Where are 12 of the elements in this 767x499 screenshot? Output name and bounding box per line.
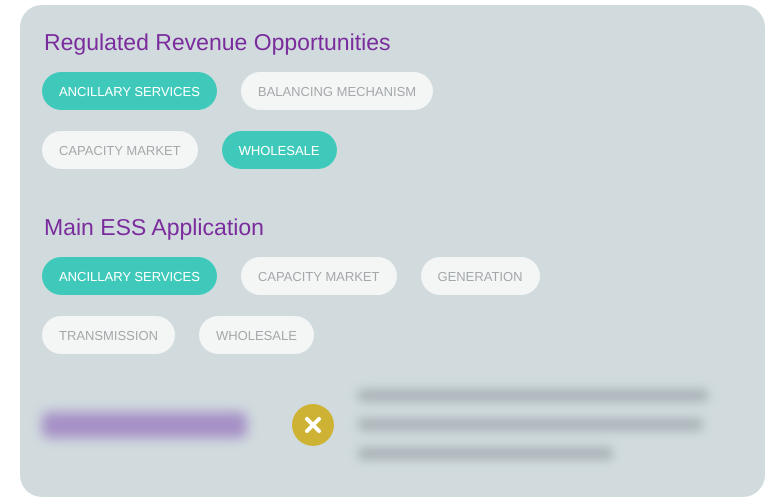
- option-chip[interactable]: CAPACITY MARKET: [42, 131, 198, 169]
- cross-icon: [292, 404, 334, 446]
- option-chip[interactable]: TRANSMISSION: [42, 316, 175, 354]
- option-chip[interactable]: CAPACITY MARKET: [240, 257, 397, 295]
- option-chip[interactable]: WHOLESALE: [198, 316, 314, 354]
- section-title: Regulated Revenue Opportunities: [44, 28, 392, 57]
- section-title: Main ESS Application: [44, 213, 265, 242]
- option-chip[interactable]: ANCILLARY SERVICES: [42, 72, 217, 110]
- option-chip[interactable]: GENERATION: [420, 257, 540, 295]
- option-chip[interactable]: WHOLESALE: [222, 131, 337, 169]
- option-chip[interactable]: BALANCING MECHANISM: [240, 72, 434, 110]
- option-chip[interactable]: ANCILLARY SERVICES: [42, 257, 217, 295]
